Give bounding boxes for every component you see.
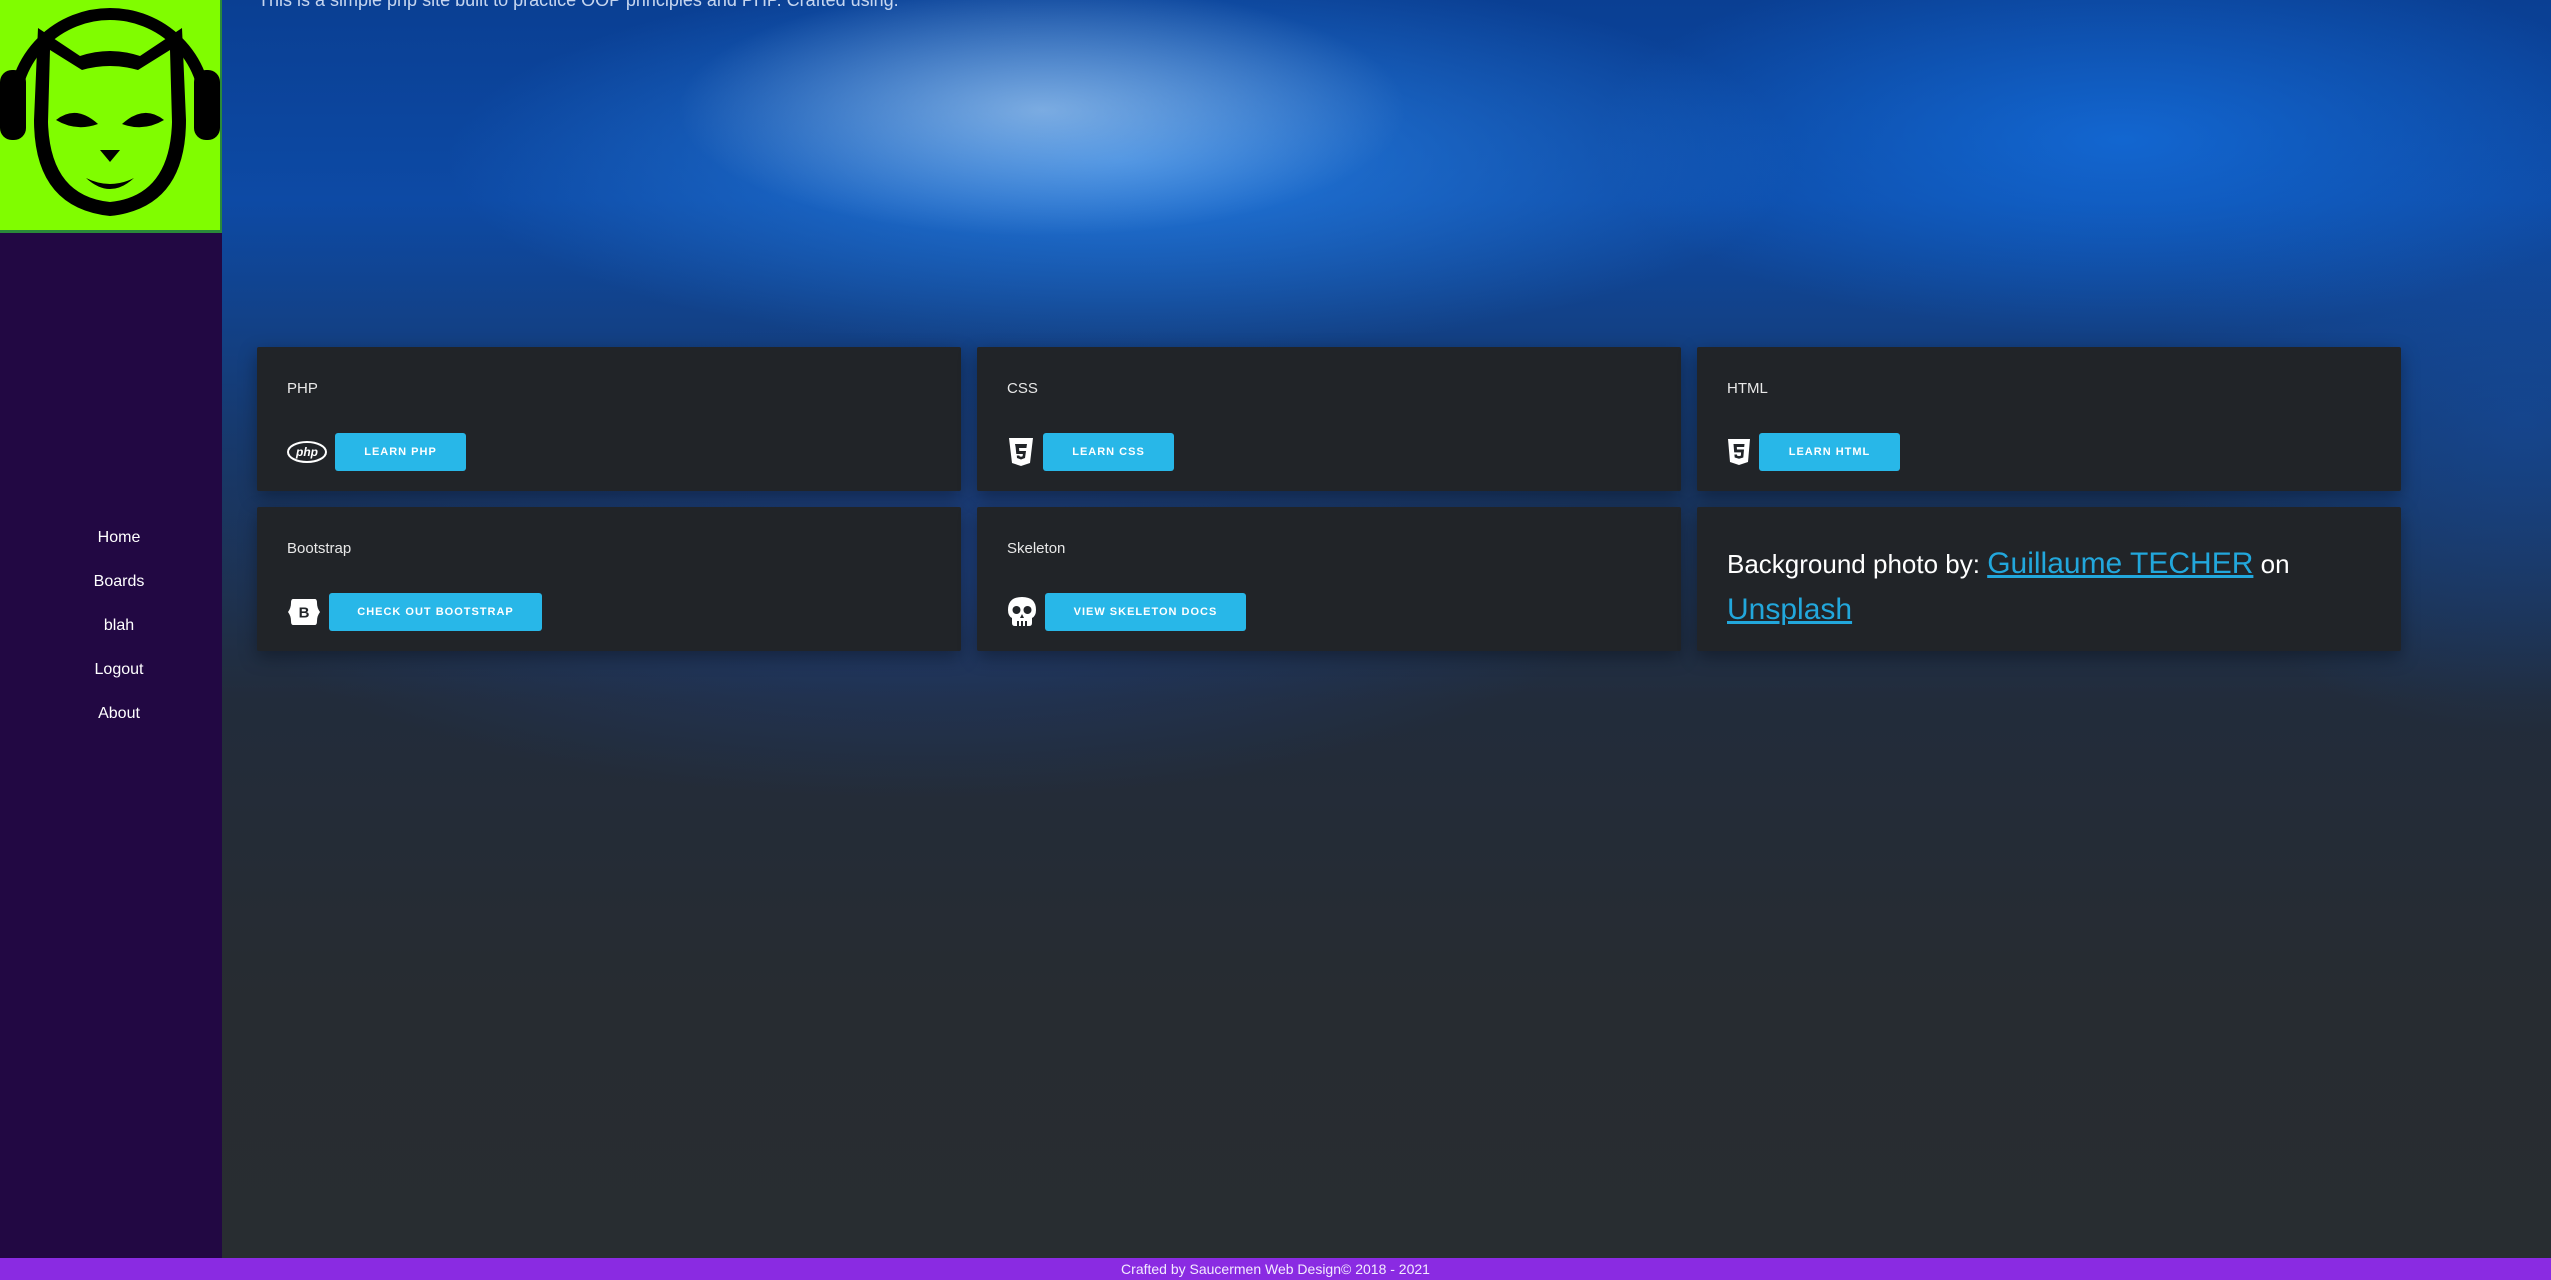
sidebar: Home Boards blah Logout About xyxy=(0,0,222,1258)
napster-logo-icon xyxy=(0,8,220,216)
card-skeleton: Skeleton VIEW SKELETON DOCS xyxy=(977,507,1681,651)
card-title: PHP xyxy=(287,380,318,397)
card-bootstrap: Bootstrap B CHECK OUT BOOTSTRAP xyxy=(257,507,961,651)
card-photo-credit: Background photo by: Guillaume TECHER on… xyxy=(1697,507,2401,651)
credit-site-link[interactable]: Unsplash xyxy=(1727,593,1852,626)
nav-item-logout[interactable]: Logout xyxy=(0,656,238,700)
card-title: CSS xyxy=(1007,380,1038,397)
card-title: Bootstrap xyxy=(287,540,352,557)
bootstrap-icon: B xyxy=(287,597,321,627)
nav-item-about[interactable]: About xyxy=(0,700,238,744)
css3-icon xyxy=(1007,437,1035,467)
svg-text:B: B xyxy=(299,605,310,622)
skull-icon xyxy=(1007,596,1037,628)
nav-item-home[interactable]: Home xyxy=(0,524,238,568)
photo-credit: Background photo by: Guillaume TECHER on… xyxy=(1727,541,2371,633)
card-title: HTML xyxy=(1727,380,1768,397)
svg-text:php: php xyxy=(295,445,318,459)
view-skeleton-docs-button[interactable]: VIEW SKELETON DOCS xyxy=(1045,593,1246,631)
footer: Crafted by Saucermen Web Design© 2018 - … xyxy=(0,1258,2551,1280)
footer-text: Crafted by Saucermen Web Design© 2018 - … xyxy=(1121,1261,1430,1277)
html5-icon xyxy=(1727,438,1751,466)
nav-item-boards[interactable]: Boards xyxy=(0,568,238,612)
sidebar-nav: Home Boards blah Logout About xyxy=(0,524,238,744)
card-php: PHP php LEARN PHP xyxy=(257,347,961,491)
learn-css-button[interactable]: LEARN CSS xyxy=(1043,433,1174,471)
learn-html-button[interactable]: LEARN HTML xyxy=(1759,433,1900,471)
card-actions: LEARN HTML xyxy=(1727,433,1900,471)
credit-author-link[interactable]: Guillaume TECHER xyxy=(1987,547,2253,580)
check-out-bootstrap-button[interactable]: CHECK OUT BOOTSTRAP xyxy=(329,593,542,631)
nav-item-blah[interactable]: blah xyxy=(0,612,238,656)
card-html: HTML LEARN HTML xyxy=(1697,347,2401,491)
credit-middle: on xyxy=(2253,549,2290,579)
card-title: Skeleton xyxy=(1007,540,1066,557)
card-actions: LEARN CSS xyxy=(1007,433,1174,471)
card-actions: php LEARN PHP xyxy=(287,433,466,471)
card-css: CSS LEARN CSS xyxy=(977,347,1681,491)
php-icon: php xyxy=(287,441,327,463)
logo[interactable] xyxy=(0,0,222,233)
intro-text: This is a simple php site built to pract… xyxy=(258,0,899,10)
learn-php-button[interactable]: LEARN PHP xyxy=(335,433,466,471)
page: This is a simple php site built to pract… xyxy=(0,0,2551,1280)
credit-prefix: Background photo by: xyxy=(1727,549,1988,579)
card-actions: VIEW SKELETON DOCS xyxy=(1007,593,1246,631)
card-actions: B CHECK OUT BOOTSTRAP xyxy=(287,593,542,631)
